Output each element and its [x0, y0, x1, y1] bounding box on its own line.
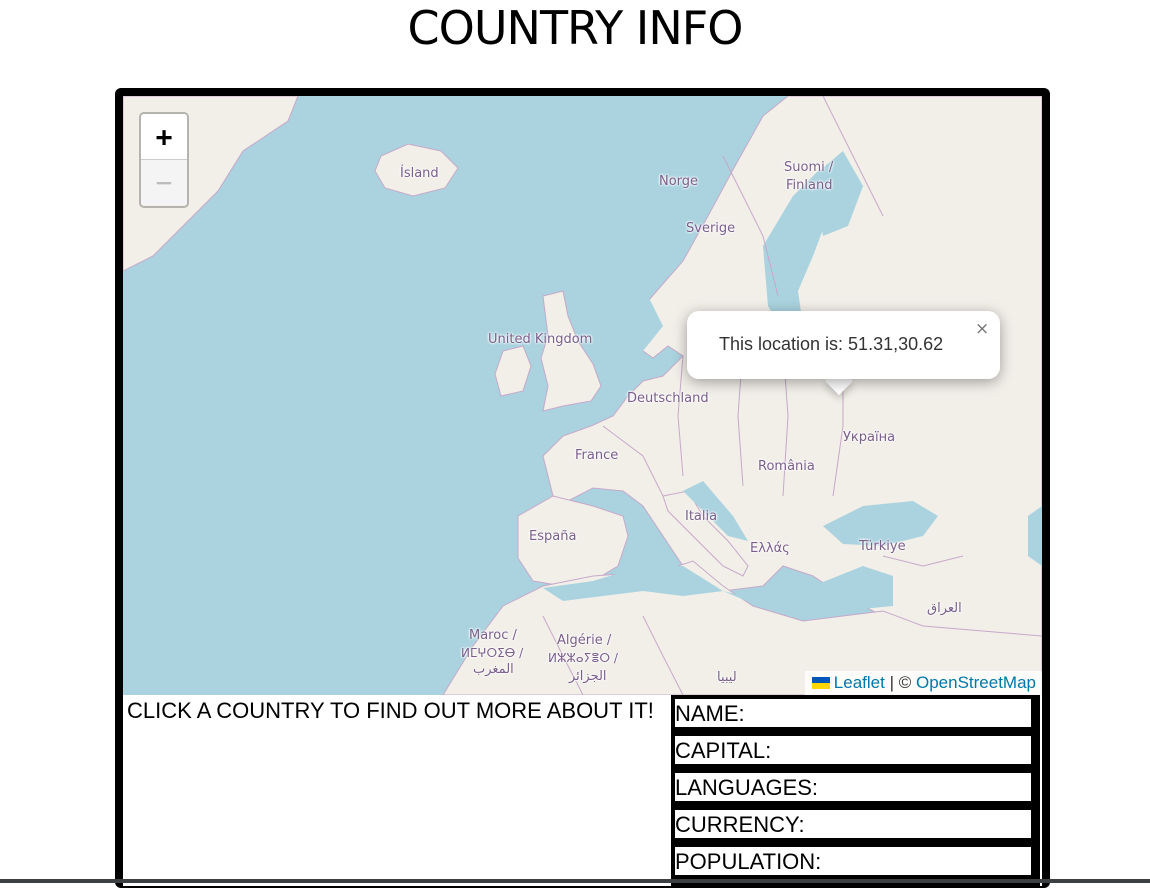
- landmass-ireland: [494, 345, 532, 397]
- name-field: NAME:: [675, 699, 1031, 727]
- label-iraq: العراق: [927, 601, 962, 616]
- population-field: POPULATION:: [675, 847, 1031, 875]
- page-title: COUNTRY INFO: [407, 1, 744, 55]
- label-norway: Norge: [659, 174, 699, 189]
- label-spain: España: [529, 529, 577, 544]
- leaflet-link[interactable]: Leaflet: [834, 673, 885, 692]
- main-frame: Ísland Norge Suomi / Finland Sverige Uni…: [115, 88, 1050, 888]
- label-morocco-1: Maroc /: [469, 628, 517, 643]
- openstreetmap-link[interactable]: OpenStreetMap: [916, 673, 1036, 692]
- landmass-great-britain: [540, 290, 602, 412]
- label-algeria-3: الجزائر: [569, 669, 607, 684]
- label-algeria-2: ⵍⵣⵣⴰⵢⴻⵔ /: [548, 651, 618, 665]
- label-uk: United Kingdom: [488, 332, 593, 347]
- label-morocco-3: المغرب: [473, 662, 514, 677]
- popup-close-button[interactable]: ×: [975, 319, 989, 339]
- currency-field: CURRENCY:: [675, 810, 1031, 838]
- ukraine-flag-icon: [811, 677, 830, 689]
- capital-field: CAPITAL:: [675, 736, 1031, 764]
- label-turkey: Türkiye: [859, 539, 906, 554]
- map[interactable]: Ísland Norge Suomi / Finland Sverige Uni…: [123, 96, 1042, 695]
- zoom-out-button[interactable]: −: [141, 160, 187, 205]
- popup-text: This location is: 51.31,30.62: [719, 334, 944, 354]
- label-algeria-1: Algérie /: [557, 633, 612, 648]
- label-iceland: Ísland: [400, 166, 439, 181]
- label-finland-2: Finland: [786, 178, 833, 193]
- languages-field: LANGUAGES:: [675, 773, 1031, 801]
- instruction-text: CLICK A COUNTRY TO FIND OUT MORE ABOUT I…: [127, 698, 654, 723]
- label-finland-1: Suomi /: [784, 160, 834, 175]
- zoom-in-button[interactable]: +: [141, 114, 187, 160]
- label-ukraine: Україна: [843, 430, 896, 445]
- label-germany: Deutschland: [627, 391, 709, 406]
- label-libya: ليبيا: [717, 670, 737, 685]
- label-morocco-2: ⵍⵎⵖⵔⵉⴱ /: [461, 646, 524, 660]
- label-italy: Italia: [685, 509, 718, 524]
- content-panel: Ísland Norge Suomi / Finland Sverige Uni…: [123, 96, 1042, 886]
- country-info-box: NAME: CAPITAL: LANGUAGES: CURRENCY: POPU…: [671, 695, 1040, 886]
- popup-tip-cover: [687, 358, 1000, 379]
- attribution-separator: | ©: [889, 673, 912, 692]
- sea-caspian: [1028, 506, 1042, 566]
- map-tiles: [123, 96, 1042, 695]
- label-sweden: Sverige: [686, 221, 736, 236]
- label-france: France: [575, 448, 619, 463]
- label-greece: Ελλάς: [750, 541, 790, 556]
- window-bottom-edge: [0, 879, 1150, 883]
- map-attribution: Leaflet | © OpenStreetMap: [804, 671, 1042, 695]
- zoom-control: + −: [139, 112, 189, 208]
- label-romania: România: [758, 459, 815, 474]
